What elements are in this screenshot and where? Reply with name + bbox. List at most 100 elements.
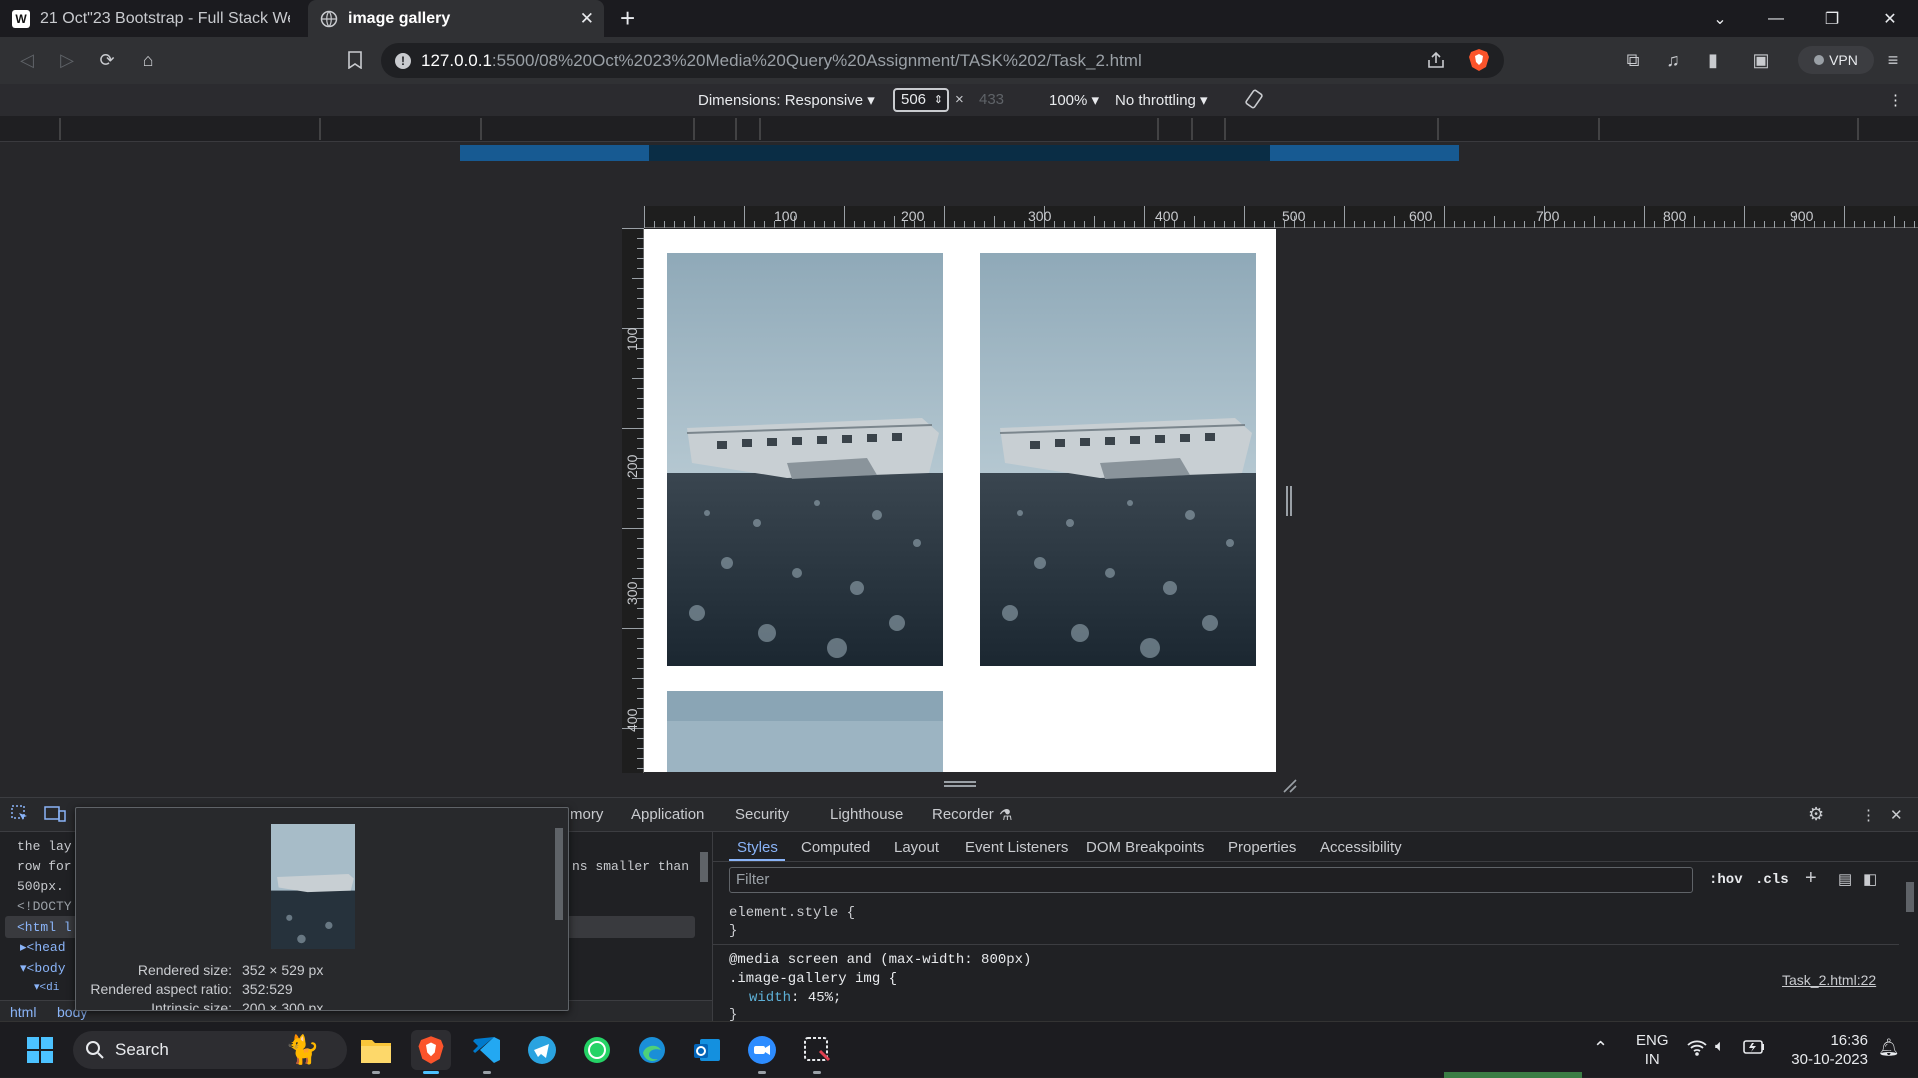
height-input[interactable]: 433: [979, 91, 1004, 108]
tab-image-gallery[interactable]: image gallery ✕: [308, 0, 604, 37]
body-node[interactable]: ▾<body: [20, 961, 66, 976]
device-toggle-icon[interactable]: [44, 804, 66, 824]
toggle-sidebar-icon[interactable]: ◧: [1863, 870, 1877, 888]
tab-memory[interactable]: mory: [570, 806, 603, 823]
styles-scrollbar[interactable]: [1903, 872, 1917, 1020]
css-property[interactable]: width: 45%;: [749, 990, 841, 1006]
vpn-button[interactable]: VPN: [1798, 46, 1874, 74]
media-query-ruler: [0, 116, 1918, 142]
scrollbar-thumb[interactable]: [700, 852, 708, 882]
back-icon[interactable]: ◁: [12, 45, 42, 75]
edge-icon[interactable]: [632, 1030, 672, 1070]
notification-icon[interactable]: 🔔︎: [1878, 1038, 1900, 1058]
media-query-bar[interactable]: [460, 145, 1459, 161]
wifi-icon[interactable]: [1687, 1039, 1707, 1057]
tab-application[interactable]: Application: [631, 806, 704, 823]
tab-lighthouse[interactable]: Lighthouse: [830, 806, 903, 823]
tab-accessibility[interactable]: Accessibility: [1320, 839, 1402, 856]
outlook-icon[interactable]: [687, 1030, 727, 1070]
settings-gear-icon[interactable]: ⚙: [1808, 804, 1824, 825]
telegram-icon[interactable]: [522, 1030, 562, 1070]
close-window-button[interactable]: ✕: [1862, 0, 1918, 37]
media-icon[interactable]: ♫: [1658, 45, 1688, 75]
tab-styles[interactable]: Styles: [737, 839, 778, 856]
site-info-icon[interactable]: !: [395, 52, 411, 69]
scrollbar-thumb[interactable]: [1906, 882, 1914, 912]
corner-resize-handle[interactable]: [1281, 777, 1297, 793]
bottom-resize-handle[interactable]: [644, 772, 1276, 797]
brave-shields-icon[interactable]: [1468, 48, 1490, 72]
menu-icon[interactable]: ≡: [1878, 45, 1908, 75]
gallery-image[interactable]: [667, 253, 943, 666]
close-devtools-icon[interactable]: ✕: [1890, 806, 1903, 824]
sidebar-icon[interactable]: ▮: [1698, 45, 1728, 75]
rendered-size-value: 352 × 529 px: [242, 962, 324, 978]
new-tab-button[interactable]: +: [620, 5, 646, 31]
css-property-value[interactable]: 45%;: [808, 990, 842, 1006]
tooltip-scrollbar[interactable]: [552, 812, 566, 1008]
styles-filter-input[interactable]: Filter: [729, 867, 1693, 893]
div-node[interactable]: ▾<di: [34, 980, 59, 994]
volume-icon[interactable]: 🔈︎: [1715, 1038, 1725, 1056]
tray-overflow-icon[interactable]: ⌃: [1593, 1038, 1608, 1059]
gallery-image[interactable]: [667, 691, 943, 772]
devtools-menu-icon[interactable]: ⋮: [1861, 806, 1876, 824]
home-icon[interactable]: ⌂: [133, 45, 163, 75]
tab-layout[interactable]: Layout: [894, 839, 939, 856]
forward-icon[interactable]: ▷: [52, 45, 82, 75]
wallet-icon[interactable]: ▣: [1746, 45, 1776, 75]
ruler-label: 400: [1155, 208, 1179, 224]
minimize-button[interactable]: —: [1748, 0, 1804, 37]
vscode-icon[interactable]: [467, 1030, 507, 1074]
source-link[interactable]: Task_2.html:22: [1782, 972, 1876, 988]
tab-search-icon[interactable]: ⌄: [1692, 0, 1748, 37]
hov-button[interactable]: :hov: [1709, 872, 1743, 888]
tab-bootstrap[interactable]: W 21 Oct"23 Bootstrap - Full Stack Web I: [0, 0, 305, 37]
reload-icon[interactable]: ⟳: [92, 45, 122, 75]
tab-properties[interactable]: Properties: [1228, 839, 1296, 856]
mq-left-segment[interactable]: [460, 145, 649, 161]
elements-scrollbar[interactable]: [698, 838, 710, 1000]
close-tab-icon[interactable]: ✕: [580, 9, 594, 29]
breadcrumb-html[interactable]: html: [10, 1004, 36, 1020]
start-button[interactable]: [20, 1030, 60, 1070]
head-node[interactable]: ▸<head: [20, 940, 66, 955]
mq-right-segment[interactable]: [1270, 145, 1459, 161]
dimensions-dropdown[interactable]: Dimensions: Responsive ▾: [698, 91, 875, 109]
clock[interactable]: 16:36 30-10-2023: [1786, 1031, 1868, 1069]
tab-security[interactable]: Security: [735, 806, 789, 823]
paint-icon[interactable]: ▤: [1838, 870, 1852, 888]
gallery-image[interactable]: [980, 253, 1256, 666]
bookmark-icon[interactable]: [340, 45, 370, 75]
maximize-button[interactable]: ❐: [1804, 0, 1860, 37]
brave-taskbar-icon[interactable]: [411, 1030, 451, 1074]
snipping-tool-icon[interactable]: [797, 1030, 837, 1074]
more-options-icon[interactable]: ⋮: [1888, 91, 1903, 109]
whatsapp-icon[interactable]: [577, 1030, 617, 1070]
new-rule-icon[interactable]: +: [1805, 867, 1817, 890]
tab-computed[interactable]: Computed: [801, 839, 870, 856]
throttling-dropdown[interactable]: No throttling ▾: [1115, 91, 1208, 109]
share-icon[interactable]: [1426, 50, 1446, 70]
battery-icon[interactable]: [1743, 1040, 1765, 1054]
stepper-icon[interactable]: ⇕: [934, 90, 943, 110]
rule-divider: [713, 944, 1899, 945]
tab-dom-breakpoints[interactable]: DOM Breakpoints: [1086, 839, 1204, 856]
rotate-icon[interactable]: [1243, 88, 1265, 110]
scrollbar-thumb[interactable]: [555, 828, 563, 920]
right-resize-handle[interactable]: [1286, 486, 1292, 516]
address-bar[interactable]: ! 127.0.0.1:5500/08%20Oct%2023%20Media%2…: [381, 43, 1504, 78]
language-indicator[interactable]: ENG IN: [1636, 1031, 1669, 1069]
inspect-element-icon[interactable]: [10, 804, 30, 824]
html-node[interactable]: <html l: [17, 920, 72, 935]
extensions-icon[interactable]: ⧉: [1618, 45, 1648, 75]
search-label: Search: [115, 1040, 169, 1059]
zoom-icon[interactable]: [742, 1030, 782, 1074]
width-input[interactable]: 506 ⇕: [893, 88, 949, 112]
tab-recorder[interactable]: Recorder: [932, 806, 994, 823]
zoom-dropdown[interactable]: 100% ▾: [1049, 91, 1099, 109]
tab-event-listeners[interactable]: Event Listeners: [965, 839, 1068, 856]
cls-button[interactable]: .cls: [1755, 872, 1789, 888]
file-explorer-icon[interactable]: [356, 1030, 396, 1074]
taskbar-search[interactable]: Search 🐈: [73, 1031, 347, 1069]
